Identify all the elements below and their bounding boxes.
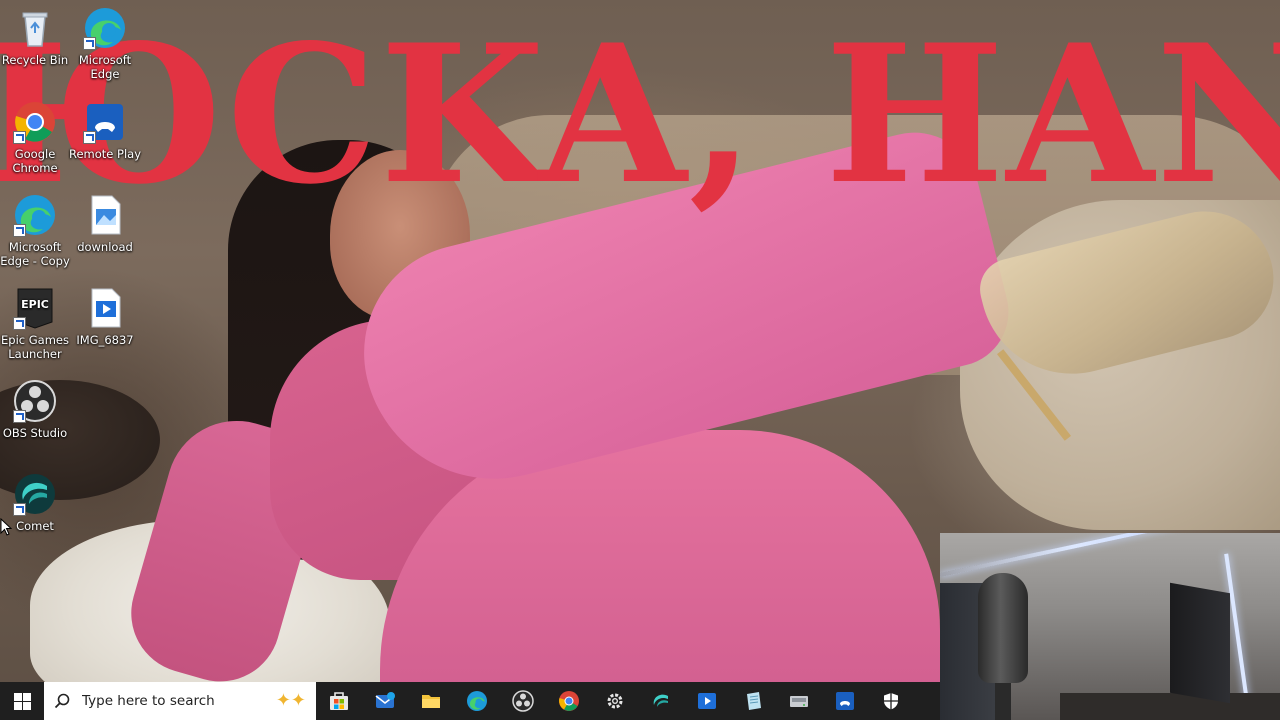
media-player-icon: [698, 693, 716, 709]
desktop-icon-label: Google Chrome: [12, 147, 58, 175]
start-button[interactable]: [0, 682, 44, 720]
gear-icon: [607, 693, 623, 709]
shortcut-arrow-icon: [13, 224, 26, 237]
edge-icon: [13, 193, 57, 237]
webcam-mic-stand: [995, 678, 1011, 720]
desktop-icon-label: OBS Studio: [2, 426, 68, 440]
epic-games-icon: EPIC: [13, 286, 57, 330]
taskbar-mail[interactable]: [362, 682, 408, 720]
search-input[interactable]: [80, 692, 244, 710]
chrome-icon: [13, 100, 57, 144]
webcam-overlay: [940, 533, 1280, 720]
search-box[interactable]: ✦✦: [44, 682, 316, 720]
windows-logo-icon: [13, 692, 31, 710]
taskbar-settings[interactable]: [592, 682, 638, 720]
recycle-bin-icon: [13, 6, 57, 50]
taskbar-store[interactable]: [316, 682, 362, 720]
desktop-icon-label: Microsoft Edge - Copy: [0, 240, 70, 268]
desktop-icon-label: Epic Games Launcher: [1, 333, 69, 361]
folder-icon: [422, 695, 440, 708]
taskbar-obs[interactable]: [500, 682, 546, 720]
taskbar-edge[interactable]: [454, 682, 500, 720]
remote-play-icon: [83, 100, 127, 144]
desktop-icon-remote-play[interactable]: Remote Play: [65, 100, 145, 161]
webcam-microphone: [978, 573, 1028, 683]
taskbar: ✦✦: [0, 682, 940, 720]
webcam-desk: [1060, 693, 1280, 720]
desktop-icon-label: Recycle Bin: [1, 53, 69, 67]
desktop-icon-microsoft-edge-copy[interactable]: Microsoft Edge - Copy: [0, 193, 75, 268]
shield-icon: [884, 693, 898, 710]
comet-icon: [653, 694, 668, 707]
shortcut-arrow-icon: [83, 131, 96, 144]
desktop-icon-epic-games-launcher[interactable]: EPIC Epic Games Launcher: [0, 286, 75, 361]
epic-logo-text: EPIC: [21, 298, 49, 311]
remote-play-icon: [836, 692, 854, 710]
taskbar-remote-play[interactable]: [822, 682, 868, 720]
desktop-icon-label: download: [77, 240, 133, 254]
desktop-icon-label: Microsoft Edge: [78, 53, 132, 81]
shortcut-arrow-icon: [13, 317, 26, 330]
desktop-icon-microsoft-edge[interactable]: Microsoft Edge: [65, 6, 145, 81]
search-icon: [54, 693, 70, 709]
image-file-icon: [83, 193, 127, 237]
desktop-icon-recycle-bin[interactable]: Recycle Bin: [0, 6, 75, 67]
search-highlight-icon[interactable]: ✦✦: [276, 690, 306, 711]
taskbar-drive[interactable]: [776, 682, 822, 720]
shortcut-arrow-icon: [83, 37, 96, 50]
desktop-icon-img-6837[interactable]: IMG_6837: [65, 286, 145, 347]
webcam-led-strip: [940, 533, 1273, 577]
taskbar-comet[interactable]: [638, 682, 684, 720]
taskbar-chrome[interactable]: [546, 682, 592, 720]
taskbar-file-explorer[interactable]: [408, 682, 454, 720]
obs-icon: [13, 379, 57, 423]
drive-icon: [790, 696, 808, 707]
store-icon: [330, 692, 348, 710]
edge-icon: [83, 6, 127, 50]
desktop[interactable]: ЮCKA, HANN Recycle Bin Microsoft Edge: [0, 0, 1280, 720]
comet-icon: [13, 472, 57, 516]
shortcut-arrow-icon: [13, 410, 26, 423]
desktop-icon-label: IMG_6837: [76, 333, 134, 347]
mail-icon: [375, 692, 395, 708]
chrome-icon: [559, 691, 579, 711]
notepad-icon: [747, 692, 761, 710]
mouse-cursor-icon: [0, 518, 12, 536]
desktop-icon-download[interactable]: download: [65, 193, 145, 254]
desktop-icon-google-chrome[interactable]: Google Chrome: [0, 100, 75, 175]
obs-icon: [512, 690, 534, 712]
video-file-icon: [83, 286, 127, 330]
shortcut-arrow-icon: [13, 131, 26, 144]
webcam-monitor: [1170, 582, 1230, 704]
desktop-icon-label: Remote Play: [68, 147, 141, 161]
shortcut-arrow-icon: [13, 503, 26, 516]
taskbar-notepad[interactable]: [730, 682, 776, 720]
desktop-icon-obs-studio[interactable]: OBS Studio: [0, 379, 75, 440]
taskbar-media-player[interactable]: [684, 682, 730, 720]
taskbar-security[interactable]: [868, 682, 914, 720]
wallpaper-overlay-text: ЮCKA, HANN: [0, 3, 1280, 226]
edge-icon: [467, 691, 487, 711]
